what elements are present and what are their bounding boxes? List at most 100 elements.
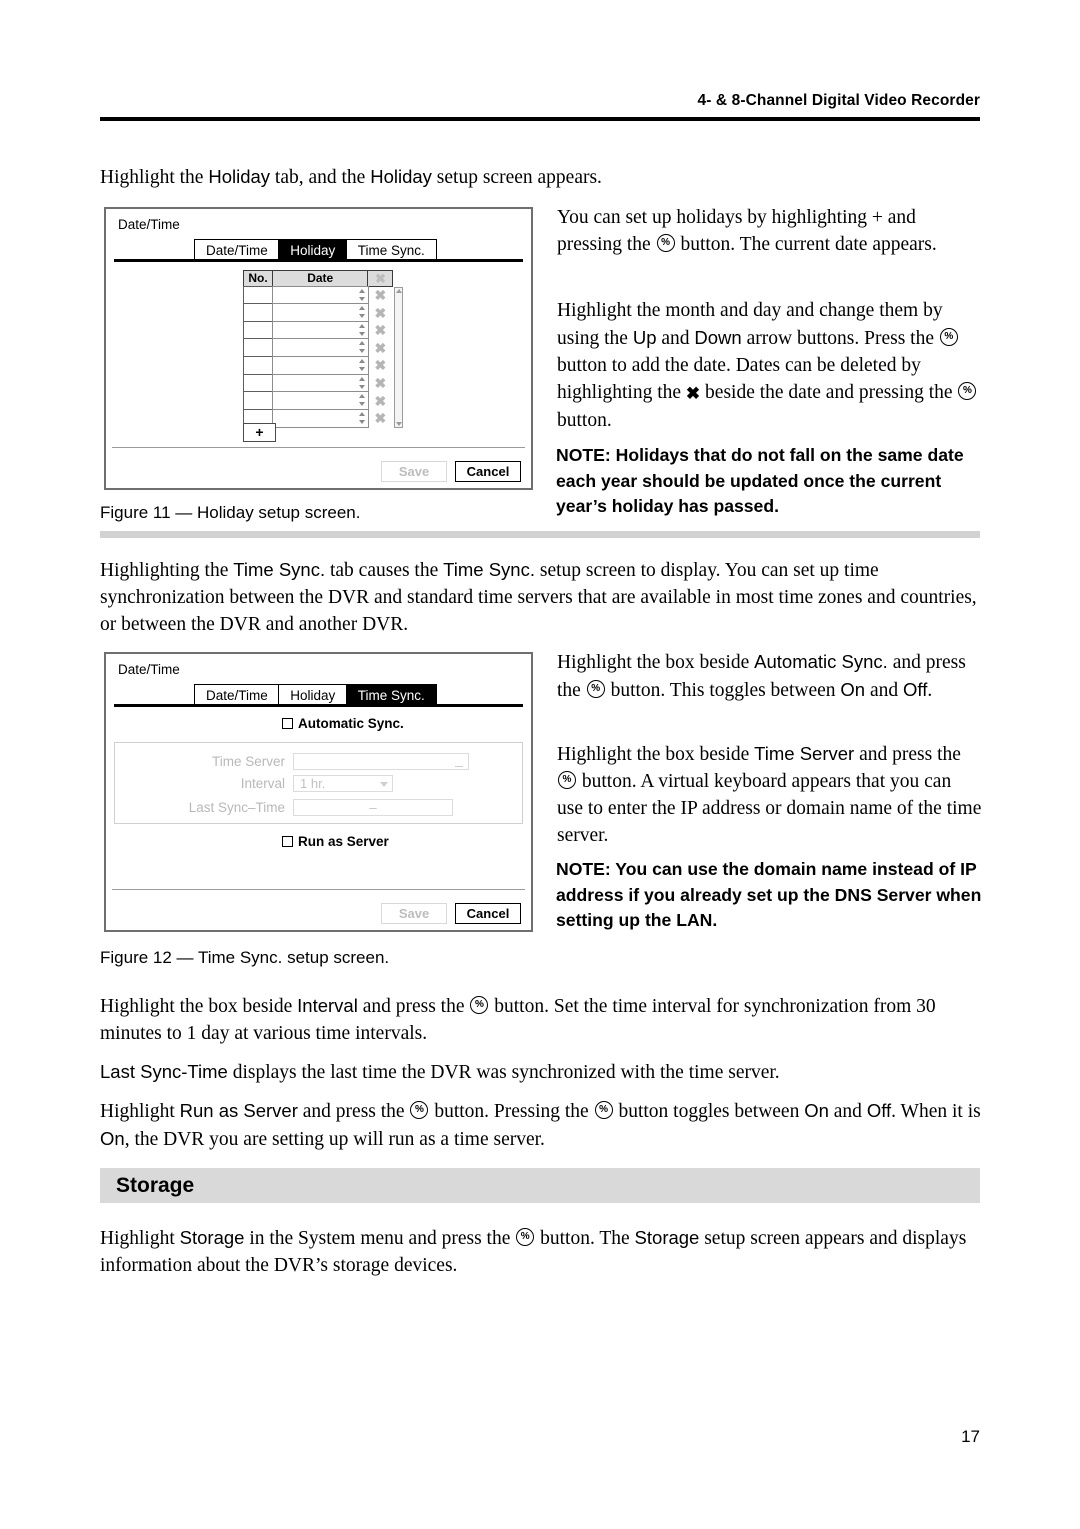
enter-button-icon: %	[594, 1101, 613, 1119]
off-term: Off	[866, 1100, 892, 1121]
on-term-2: On	[100, 1128, 125, 1149]
row-delete-icon[interactable]: ✖	[367, 410, 393, 428]
row-date-cell[interactable]	[271, 408, 369, 428]
table-row[interactable]: ✖	[243, 338, 393, 358]
storage-heading-label: Storage	[116, 1173, 195, 1197]
row-date-cell[interactable]	[271, 391, 369, 411]
ts-intro-text-a: Highlighting the	[100, 560, 234, 581]
tab-time-sync[interactable]: Time Sync.	[345, 239, 437, 260]
interval-dropdown[interactable]: 1 hr.	[293, 775, 393, 792]
ts-p2-text-c: button. A virtual keyboard appears that …	[557, 771, 982, 846]
ras-text-g: , the DVR you are setting up will run as…	[124, 1129, 545, 1150]
run-as-server-checkbox[interactable]	[282, 836, 293, 847]
holiday-p2-text-b: and	[656, 328, 695, 349]
storage-paragraph: Highlight Storage in the System menu and…	[100, 1224, 982, 1279]
running-header: 4- & 8-Channel Digital Video Recorder	[697, 92, 980, 109]
interval-paragraph: Highlight the box beside Interval and pr…	[100, 992, 982, 1047]
holiday-dialog-tabs: Date/Time Holiday Time Sync.	[106, 238, 531, 260]
row-no-cell	[243, 338, 273, 358]
ts-p1-text-e: .	[927, 680, 933, 701]
table-row[interactable]: ✖	[243, 373, 393, 393]
row-delete-icon[interactable]: ✖	[367, 375, 393, 393]
down-button-term: Down	[694, 327, 742, 348]
table-row[interactable]: ✖	[243, 320, 393, 340]
holiday-p1-text-b: button. The current date appears.	[675, 234, 937, 255]
last-sync-time-term: Last Sync-Time	[100, 1061, 228, 1082]
spinner-arrows-icon[interactable]	[359, 394, 366, 407]
enter-button-icon: %	[656, 234, 675, 252]
ts-intro-text-b: tab causes the	[325, 560, 444, 581]
row-date-cell[interactable]	[271, 320, 369, 340]
save-button[interactable]: Save	[381, 903, 447, 924]
row-delete-icon[interactable]: ✖	[367, 393, 393, 411]
interval-text-b: and press the	[357, 996, 470, 1017]
cancel-button[interactable]: Cancel	[455, 461, 521, 482]
intro-holiday-tab-term-1: Holiday	[208, 166, 271, 187]
row-date-cell[interactable]	[271, 373, 369, 393]
enter-button-icon: %	[558, 771, 576, 789]
tab-holiday[interactable]: Holiday	[278, 239, 348, 260]
holiday-p2-text-f: button.	[557, 410, 612, 431]
storage-text-b: in the System menu and press the	[244, 1228, 516, 1249]
holiday-instructions-paragraph-1: You can set up holidays by highlighting …	[557, 204, 982, 258]
row-date-cell[interactable]	[271, 285, 369, 305]
ras-text-b: and press the	[297, 1101, 410, 1122]
spinner-arrows-icon[interactable]	[359, 288, 366, 301]
interval-text-a: Highlight the box beside	[100, 996, 298, 1017]
ts-p1-text-a: Highlight the box beside	[557, 652, 755, 673]
storage-term-1: Storage	[179, 1227, 245, 1248]
tab-date-time[interactable]: Date/Time	[194, 239, 280, 260]
timesync-intro-paragraph: Highlighting the Time Sync. tab causes t…	[100, 556, 982, 638]
table-scrollbar[interactable]	[394, 287, 403, 428]
table-row[interactable]: ✖	[243, 391, 393, 411]
delete-x-icon: ✖	[685, 384, 701, 403]
note-domain-name: NOTE: You can use the domain name instea…	[556, 859, 982, 930]
spinner-arrows-icon[interactable]	[359, 306, 366, 319]
intro-text-a: Highlight the	[100, 167, 209, 188]
holiday-footer-divider	[112, 447, 525, 448]
table-row[interactable]: ✖	[243, 303, 393, 323]
time-server-row[interactable]: Time Server	[115, 753, 522, 770]
row-date-cell[interactable]	[271, 338, 369, 358]
spinner-arrows-icon[interactable]	[359, 359, 366, 372]
column-header-date: Date	[271, 270, 369, 287]
add-holiday-button[interactable]: +	[243, 423, 276, 442]
enter-button-icon: %	[470, 996, 489, 1014]
time-sync-tab-term-1: Time Sync.	[233, 559, 326, 580]
row-delete-icon[interactable]: ✖	[367, 340, 393, 358]
enter-button-icon: %	[586, 680, 605, 698]
run-as-server-checkbox-row[interactable]: Run as Server	[282, 834, 389, 849]
tab-time-sync[interactable]: Time Sync.	[345, 684, 437, 705]
ts-p1-text-d: and	[865, 680, 903, 701]
tab-holiday[interactable]: Holiday	[278, 684, 348, 705]
row-delete-icon[interactable]: ✖	[367, 322, 393, 340]
row-date-cell[interactable]	[271, 303, 369, 323]
table-row[interactable]: ✖	[243, 356, 393, 375]
spinner-arrows-icon[interactable]	[359, 411, 366, 424]
row-delete-icon[interactable]: ✖	[367, 287, 393, 305]
tab-date-time[interactable]: Date/Time	[194, 684, 280, 705]
time-server-input[interactable]	[293, 753, 469, 770]
automatic-sync-checkbox-row[interactable]: Automatic Sync.	[282, 716, 404, 731]
interval-row[interactable]: Interval 1 hr.	[115, 775, 522, 792]
off-term: Off	[903, 679, 928, 700]
row-delete-icon[interactable]: ✖	[367, 357, 393, 375]
row-date-cell[interactable]	[271, 356, 369, 375]
cancel-button[interactable]: Cancel	[455, 903, 521, 924]
intro-holiday-paragraph: Highlight the Holiday tab, and the Holid…	[100, 163, 980, 191]
automatic-sync-checkbox[interactable]	[282, 718, 293, 729]
timesync-footer-divider	[112, 889, 525, 890]
spinner-arrows-icon[interactable]	[359, 341, 366, 354]
spinner-arrows-icon[interactable]	[359, 376, 366, 389]
table-row[interactable]: ✖	[243, 285, 393, 305]
header-rule	[100, 117, 980, 121]
save-button[interactable]: Save	[381, 461, 447, 482]
time-sync-tab-term-2: Time Sync.	[443, 559, 535, 580]
spinner-arrows-icon[interactable]	[359, 323, 366, 336]
row-delete-icon[interactable]: ✖	[367, 305, 393, 323]
interval-term: Interval	[297, 995, 358, 1016]
ts-p1-text-c: button. This toggles between	[605, 680, 841, 701]
row-no-cell	[243, 285, 273, 305]
scroll-down-arrow-icon[interactable]	[395, 421, 402, 426]
scroll-up-arrow-icon[interactable]	[395, 289, 402, 293]
